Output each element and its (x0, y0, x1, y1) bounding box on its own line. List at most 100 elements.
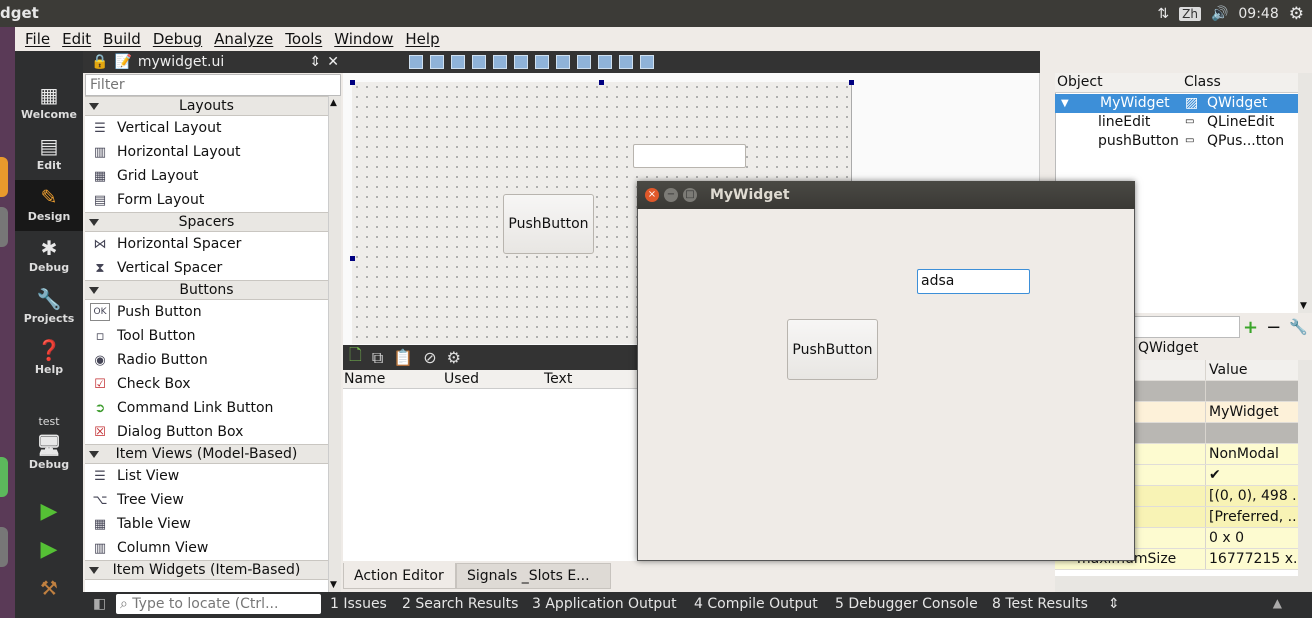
tab-signals-slots[interactable]: Signals _Slots E... (456, 563, 611, 589)
property-scrollbar[interactable] (1298, 360, 1312, 592)
menu-window[interactable]: Window (328, 30, 399, 48)
build-button[interactable]: ⚒ (15, 571, 83, 605)
file-name[interactable]: mywidget.ui (138, 54, 224, 70)
menu-debug[interactable]: Debug (147, 30, 208, 48)
form-push-button[interactable]: PushButton (503, 194, 594, 254)
line-edit[interactable]: adsa (917, 269, 1030, 294)
layout-vertical-icon[interactable] (514, 55, 528, 69)
locate-input[interactable]: ⌕ Type to locate (Ctrl... (116, 594, 321, 614)
object-row[interactable]: ▼ MyWidget ▨ QWidget (1055, 94, 1298, 113)
category-spacers[interactable]: Spacers (85, 212, 328, 232)
category-buttons[interactable]: Buttons (85, 280, 328, 300)
widget-item[interactable]: ▦ Grid Layout (85, 164, 328, 188)
mode-design[interactable]: ✎ Design (15, 180, 83, 231)
property-hscrollbar[interactable] (1055, 576, 1298, 592)
pane-debugger-console[interactable]: 5 Debugger Console (835, 596, 978, 612)
gear-icon[interactable]: ⚙ (447, 348, 461, 367)
menu-tools[interactable]: Tools (279, 30, 328, 48)
break-layout-icon[interactable] (619, 55, 633, 69)
copy-icon[interactable]: ⧉ (372, 348, 383, 368)
debug-run-button[interactable]: ▶ (15, 533, 83, 567)
widget-item[interactable]: ▥ Column View (85, 536, 328, 560)
scroll-up-icon[interactable]: ▲ (330, 98, 337, 108)
close-icon[interactable]: × (645, 188, 659, 202)
speaker-icon[interactable]: 🔊 (1211, 6, 1228, 22)
menu-analyze[interactable]: Analyze (208, 30, 279, 48)
run-button[interactable]: ▶ (15, 495, 83, 529)
widget-item[interactable]: OK Push Button (85, 300, 328, 324)
check-icon[interactable]: ✔ (1205, 465, 1298, 485)
layout-grid-icon[interactable] (598, 55, 612, 69)
widget-box-scrollbar[interactable]: ▲ ▼ (328, 96, 341, 592)
close-icon[interactable]: ✕ (327, 54, 339, 70)
input-method-indicator[interactable]: Zh (1179, 6, 1201, 21)
menu-file[interactable]: File (19, 30, 56, 48)
layout-horizontal-icon[interactable] (493, 55, 507, 69)
selection-handle[interactable] (350, 256, 355, 261)
category-item-widgets[interactable]: Item Widgets (Item-Based) (85, 560, 328, 580)
adjust-size-icon[interactable] (640, 55, 654, 69)
object-inspector-scrollbar[interactable]: ▼ (1298, 73, 1312, 313)
wrench-icon[interactable]: 🔧 (1289, 318, 1308, 336)
pane-compile-output[interactable]: 4 Compile Output (694, 596, 818, 612)
selection-handle[interactable] (849, 80, 854, 85)
scroll-down-icon[interactable]: ▼ (1300, 301, 1307, 311)
widget-item[interactable]: ⋈ Horizontal Spacer (85, 232, 328, 256)
widget-item[interactable]: ⌥ Tree View (85, 488, 328, 512)
clock[interactable]: 09:48 (1238, 6, 1278, 22)
menu-help[interactable]: Help (399, 30, 445, 48)
add-property-icon[interactable]: + (1243, 317, 1258, 338)
object-row[interactable]: lineEdit ▭ QLineEdit (1055, 113, 1298, 132)
mode-help[interactable]: ❓ Help (15, 333, 83, 384)
menu-build[interactable]: Build (97, 30, 147, 48)
mode-welcome[interactable]: ▦ Welcome (15, 78, 83, 129)
mode-edit[interactable]: ▤ Edit (15, 129, 83, 180)
layout-form-icon[interactable] (577, 55, 591, 69)
pane-application-output[interactable]: 3 Application Output (532, 596, 677, 612)
widget-item[interactable]: ☰ List View (85, 464, 328, 488)
edit-signals-icon[interactable] (430, 55, 444, 69)
maximize-icon[interactable]: □ (683, 188, 697, 202)
pane-search-results[interactable]: 2 Search Results (402, 596, 518, 612)
mode-debug[interactable]: ✱ Debug (15, 231, 83, 282)
category-item-views[interactable]: Item Views (Model-Based) (85, 444, 328, 464)
widget-item[interactable]: ▫ Tool Button (85, 324, 328, 348)
column-header[interactable]: Name (344, 371, 385, 387)
selection-handle[interactable] (350, 80, 355, 85)
column-header[interactable]: Used (444, 371, 479, 387)
new-action-icon[interactable]: 🗋 (349, 344, 362, 371)
launcher-app-icon[interactable] (0, 157, 8, 197)
layout-splitter-v-icon[interactable] (556, 55, 570, 69)
pane-test-results[interactable]: 8 Test Results (992, 596, 1088, 612)
tab-action-editor[interactable]: Action Editor (343, 563, 456, 589)
widget-item[interactable]: ▤ Form Layout (85, 188, 328, 212)
kit-selector[interactable]: test 🖥 Debug (15, 409, 83, 479)
widget-item[interactable]: ▥ Horizontal Layout (85, 140, 328, 164)
launcher-app-icon[interactable] (0, 207, 8, 247)
chevron-up-icon[interactable]: ▲ (1273, 596, 1282, 610)
form-line-edit[interactable] (633, 144, 746, 168)
widget-item[interactable]: ▦ Table View (85, 512, 328, 536)
pane-issues[interactable]: 1 Issues (330, 596, 387, 612)
action-table[interactable] (343, 389, 643, 561)
column-header[interactable]: Class (1184, 74, 1221, 90)
widget-item[interactable]: ➲ Command Link Button (85, 396, 328, 420)
delete-icon[interactable]: ⊘ (423, 348, 436, 367)
widget-item[interactable]: ☰ Vertical Layout (85, 116, 328, 140)
chevron-updown-icon[interactable]: ⇕ (1108, 596, 1120, 612)
network-icon[interactable]: ⇅ (1157, 6, 1169, 22)
launcher-app-icon[interactable] (0, 527, 8, 567)
layout-splitter-h-icon[interactable] (535, 55, 549, 69)
column-header[interactable]: Text (544, 371, 572, 387)
widget-item[interactable]: ☒ Dialog Button Box (85, 420, 328, 444)
widget-item[interactable]: ⧗ Vertical Spacer (85, 256, 328, 280)
minimize-icon[interactable]: − (664, 188, 678, 202)
mode-projects[interactable]: 🔧 Projects (15, 282, 83, 333)
selection-handle[interactable] (599, 80, 604, 85)
menu-edit[interactable]: Edit (56, 30, 97, 48)
edit-buddies-icon[interactable] (451, 55, 465, 69)
widget-filter-input[interactable] (85, 74, 341, 96)
gear-icon[interactable]: ⚙ (1289, 4, 1304, 24)
edit-widgets-icon[interactable] (409, 55, 423, 69)
paste-icon[interactable]: 📋 (393, 348, 413, 367)
